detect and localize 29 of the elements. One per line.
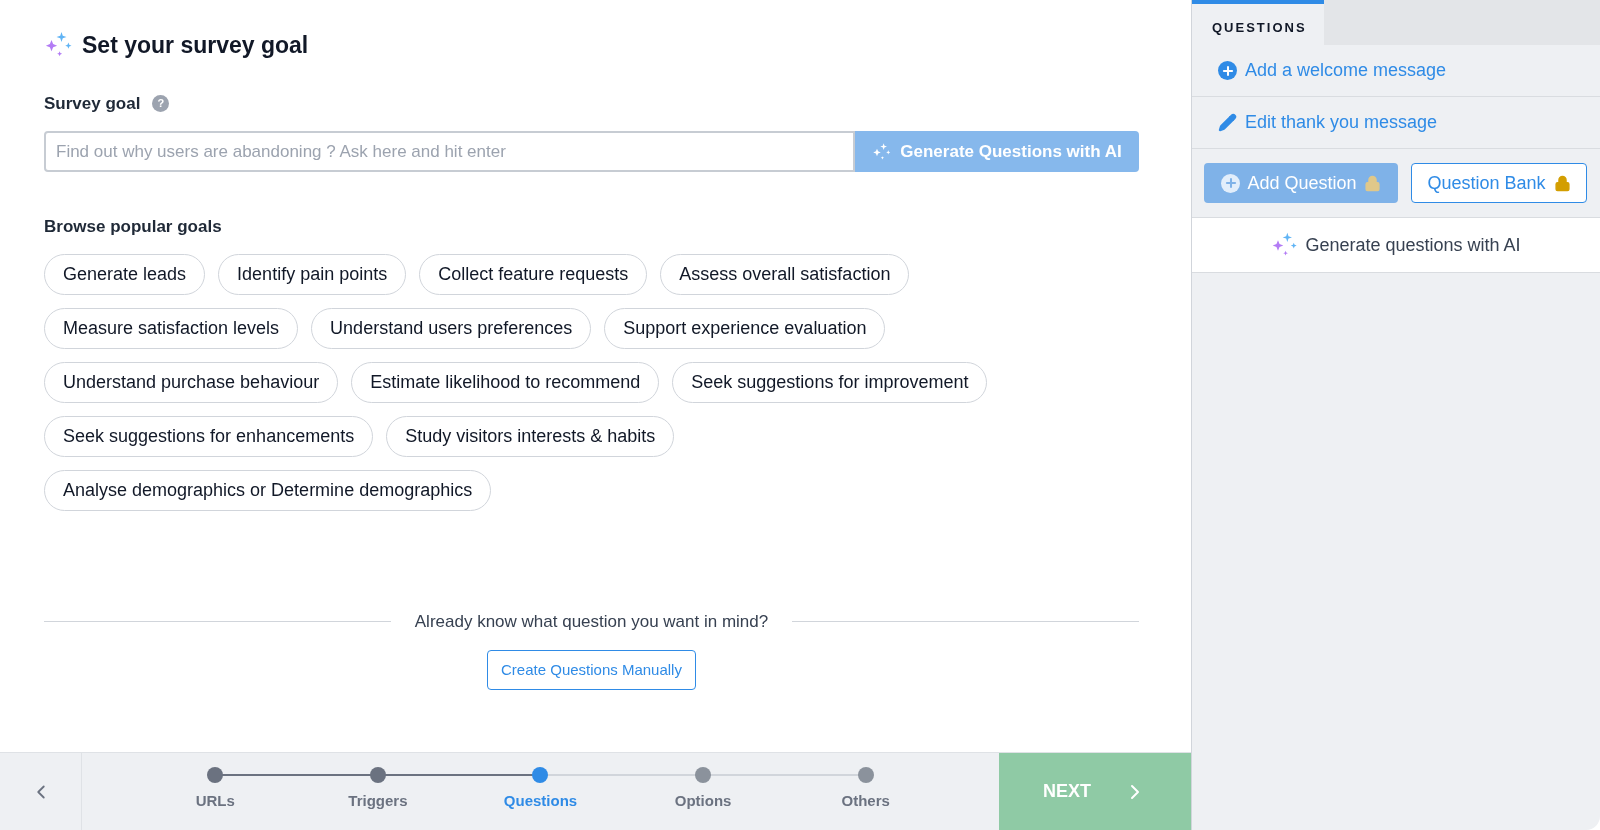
manual-prompt: Already know what question you want in mind? [414, 610, 769, 633]
field-label: Survey goal [44, 92, 141, 115]
goal-chip[interactable]: Seek suggestions for enhancements [44, 415, 374, 457]
goal-chip[interactable]: Assess overall satisfaction [660, 253, 910, 295]
goal-chip[interactable]: Understand users preferences [311, 307, 592, 349]
goal-chip[interactable]: Estimate likelihood to recommend [351, 361, 660, 403]
step-label[interactable]: Others [841, 790, 890, 813]
step-label[interactable]: Options [674, 790, 732, 813]
goal-chip[interactable]: Study visitors interests & habits [386, 415, 675, 457]
goal-chip[interactable]: Seek suggestions for improvement [672, 361, 988, 403]
goal-chip[interactable]: Analyse demographics or Determine demographics [44, 469, 492, 511]
goal-input[interactable]: Find out why users are abandoning ? Ask here and hit enter [44, 131, 855, 172]
question-bank-button[interactable]: Question Bank [1411, 163, 1587, 203]
pencil-icon [1218, 113, 1237, 132]
plus-icon [1218, 61, 1237, 80]
section-title: Browse popular goals [44, 216, 223, 238]
goal-chip[interactable]: Collect feature requests [419, 253, 648, 295]
goal-chip[interactable]: Identify pain points [218, 253, 407, 295]
goal-chip[interactable]: Measure satisfaction levels [44, 307, 299, 349]
questions-tab[interactable]: QUESTIONS [1192, 0, 1324, 45]
goal-chip[interactable]: Understand purchase behaviour [44, 361, 339, 403]
goal-chip[interactable]: Support experience evaluation [604, 307, 886, 349]
page-title: Set your survey goal [82, 31, 309, 60]
create-manually-button[interactable]: Create Questions Manually [487, 650, 696, 690]
step-label[interactable]: Triggers [348, 790, 408, 813]
sparkle-icon [872, 141, 893, 162]
plus-icon [1221, 173, 1241, 193]
step-label[interactable]: URLs [195, 790, 235, 813]
goal-chip[interactable]: Generate leads [44, 253, 206, 295]
